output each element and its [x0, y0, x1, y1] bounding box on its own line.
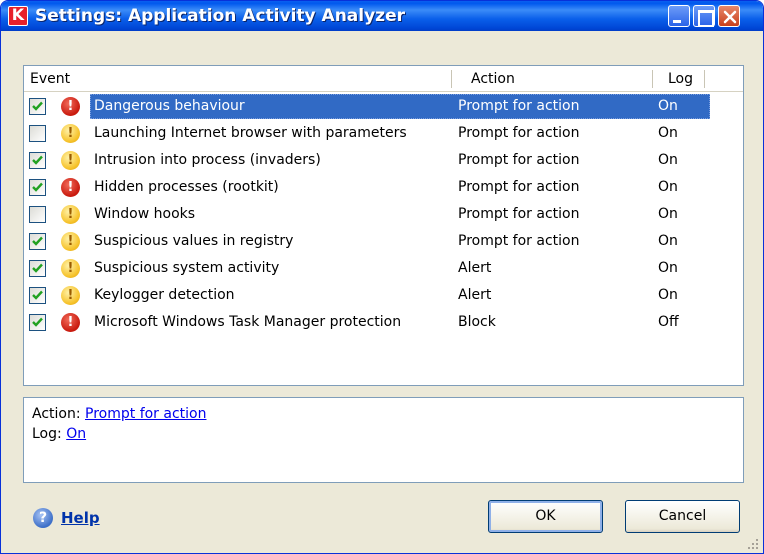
row-log: On [658, 287, 678, 303]
row-log: On [658, 206, 678, 222]
row-action: Prompt for action [458, 179, 580, 195]
table-row[interactable]: ! Window hooks Prompt for action On [24, 201, 743, 228]
details-action-link[interactable]: Prompt for action [85, 406, 206, 422]
exclamation-danger-icon: ! [61, 97, 80, 116]
row-event: Keylogger detection [94, 287, 235, 303]
minimize-button[interactable] [668, 5, 690, 27]
table-row[interactable]: ! Intrusion into process (invaders) Prompt… [24, 147, 743, 174]
list-header: Event Action Log [24, 66, 743, 92]
details-action-label: Action: [32, 406, 81, 422]
exclamation-warning-icon: ! [61, 205, 80, 224]
details-panel: Action: Prompt for action Log: On [23, 397, 744, 483]
row-log: On [658, 152, 678, 168]
checkmark-icon [32, 263, 43, 273]
column-divider[interactable] [652, 70, 653, 88]
column-header-event[interactable]: Event [30, 66, 460, 92]
table-row[interactable]: ! Launching Internet browser with paramet… [24, 120, 743, 147]
row-log: Off [658, 314, 679, 330]
row-checkbox[interactable] [29, 233, 46, 250]
exclamation-warning-icon: ! [61, 286, 80, 305]
title-bar[interactable]: K Settings: Application Activity Analyze… [1, 1, 763, 31]
events-list[interactable]: Event Action Log ! Dangerous behaviour Pro… [23, 65, 744, 386]
details-log-label: Log: [32, 426, 62, 442]
row-event: Microsoft Windows Task Manager protectio… [94, 314, 402, 330]
cancel-button[interactable]: Cancel [625, 500, 740, 533]
row-event: Dangerous behaviour [94, 98, 245, 114]
row-event: Suspicious values in registry [94, 233, 294, 249]
row-checkbox[interactable] [29, 152, 46, 169]
row-action: Prompt for action [458, 233, 580, 249]
checkmark-icon [32, 290, 43, 300]
table-row[interactable]: ! Suspicious system activity Alert On [24, 255, 743, 282]
exclamation-warning-icon: ! [61, 124, 80, 143]
close-button[interactable] [718, 5, 740, 27]
row-log: On [658, 260, 678, 276]
row-action: Alert [458, 287, 492, 303]
column-header-action[interactable]: Action [461, 66, 641, 92]
table-row[interactable]: ! Suspicious values in registry Prompt for… [24, 228, 743, 255]
kaspersky-logo-icon: K [8, 5, 28, 26]
row-event: Intrusion into process (invaders) [94, 152, 321, 168]
window-title: Settings: Application Activity Analyzer [35, 6, 405, 26]
checkmark-icon [32, 317, 43, 327]
details-log-link[interactable]: On [66, 426, 86, 442]
details-log-line: Log: On [32, 424, 86, 444]
row-checkbox[interactable] [29, 179, 46, 196]
help-link[interactable]: Help [61, 508, 100, 528]
ok-button[interactable]: OK [488, 500, 603, 533]
row-action: Prompt for action [458, 152, 580, 168]
row-checkbox[interactable] [29, 287, 46, 304]
row-event: Launching Internet browser with paramete… [94, 125, 407, 141]
exclamation-warning-icon: ! [61, 232, 80, 251]
row-log: On [658, 233, 678, 249]
row-event: Suspicious system activity [94, 260, 280, 276]
row-checkbox[interactable] [29, 314, 46, 331]
checkmark-icon [32, 101, 43, 111]
row-checkbox[interactable] [29, 98, 46, 115]
table-row[interactable]: ! Hidden processes (rootkit) Prompt for ac… [24, 174, 743, 201]
row-log: On [658, 98, 678, 114]
details-action-line: Action: Prompt for action [32, 404, 206, 424]
app-logo-letter: K [11, 5, 25, 24]
row-checkbox[interactable] [29, 206, 46, 223]
resize-grip-icon[interactable] [746, 537, 760, 551]
maximize-button[interactable] [693, 5, 715, 27]
column-divider[interactable] [451, 70, 452, 88]
row-action: Prompt for action [458, 98, 580, 114]
help-icon[interactable]: ? [33, 508, 53, 528]
row-log: On [658, 179, 678, 195]
column-header-log[interactable]: Log [654, 66, 714, 92]
row-checkbox[interactable] [29, 260, 46, 277]
table-row[interactable]: ! Microsoft Windows Task Manager protecti… [24, 309, 743, 336]
table-row[interactable]: ! Dangerous behaviour Prompt for action On [24, 93, 743, 120]
row-event: Hidden processes (rootkit) [94, 179, 279, 195]
row-checkbox[interactable] [29, 125, 46, 142]
row-event: Window hooks [94, 206, 196, 222]
table-row[interactable]: ! Keylogger detection Alert On [24, 282, 743, 309]
exclamation-warning-icon: ! [61, 151, 80, 170]
close-icon [723, 10, 737, 24]
column-divider[interactable] [704, 70, 705, 88]
exclamation-danger-icon: ! [61, 178, 80, 197]
row-action: Block [458, 314, 496, 330]
row-log: On [658, 125, 678, 141]
row-action: Prompt for action [458, 125, 580, 141]
checkmark-icon [32, 236, 43, 246]
checkmark-icon [32, 155, 43, 165]
settings-window: K Settings: Application Activity Analyze… [0, 0, 764, 554]
row-action: Prompt for action [458, 206, 580, 222]
row-action: Alert [458, 260, 492, 276]
checkmark-icon [32, 182, 43, 192]
exclamation-danger-icon: ! [61, 313, 80, 332]
exclamation-warning-icon: ! [61, 259, 80, 278]
